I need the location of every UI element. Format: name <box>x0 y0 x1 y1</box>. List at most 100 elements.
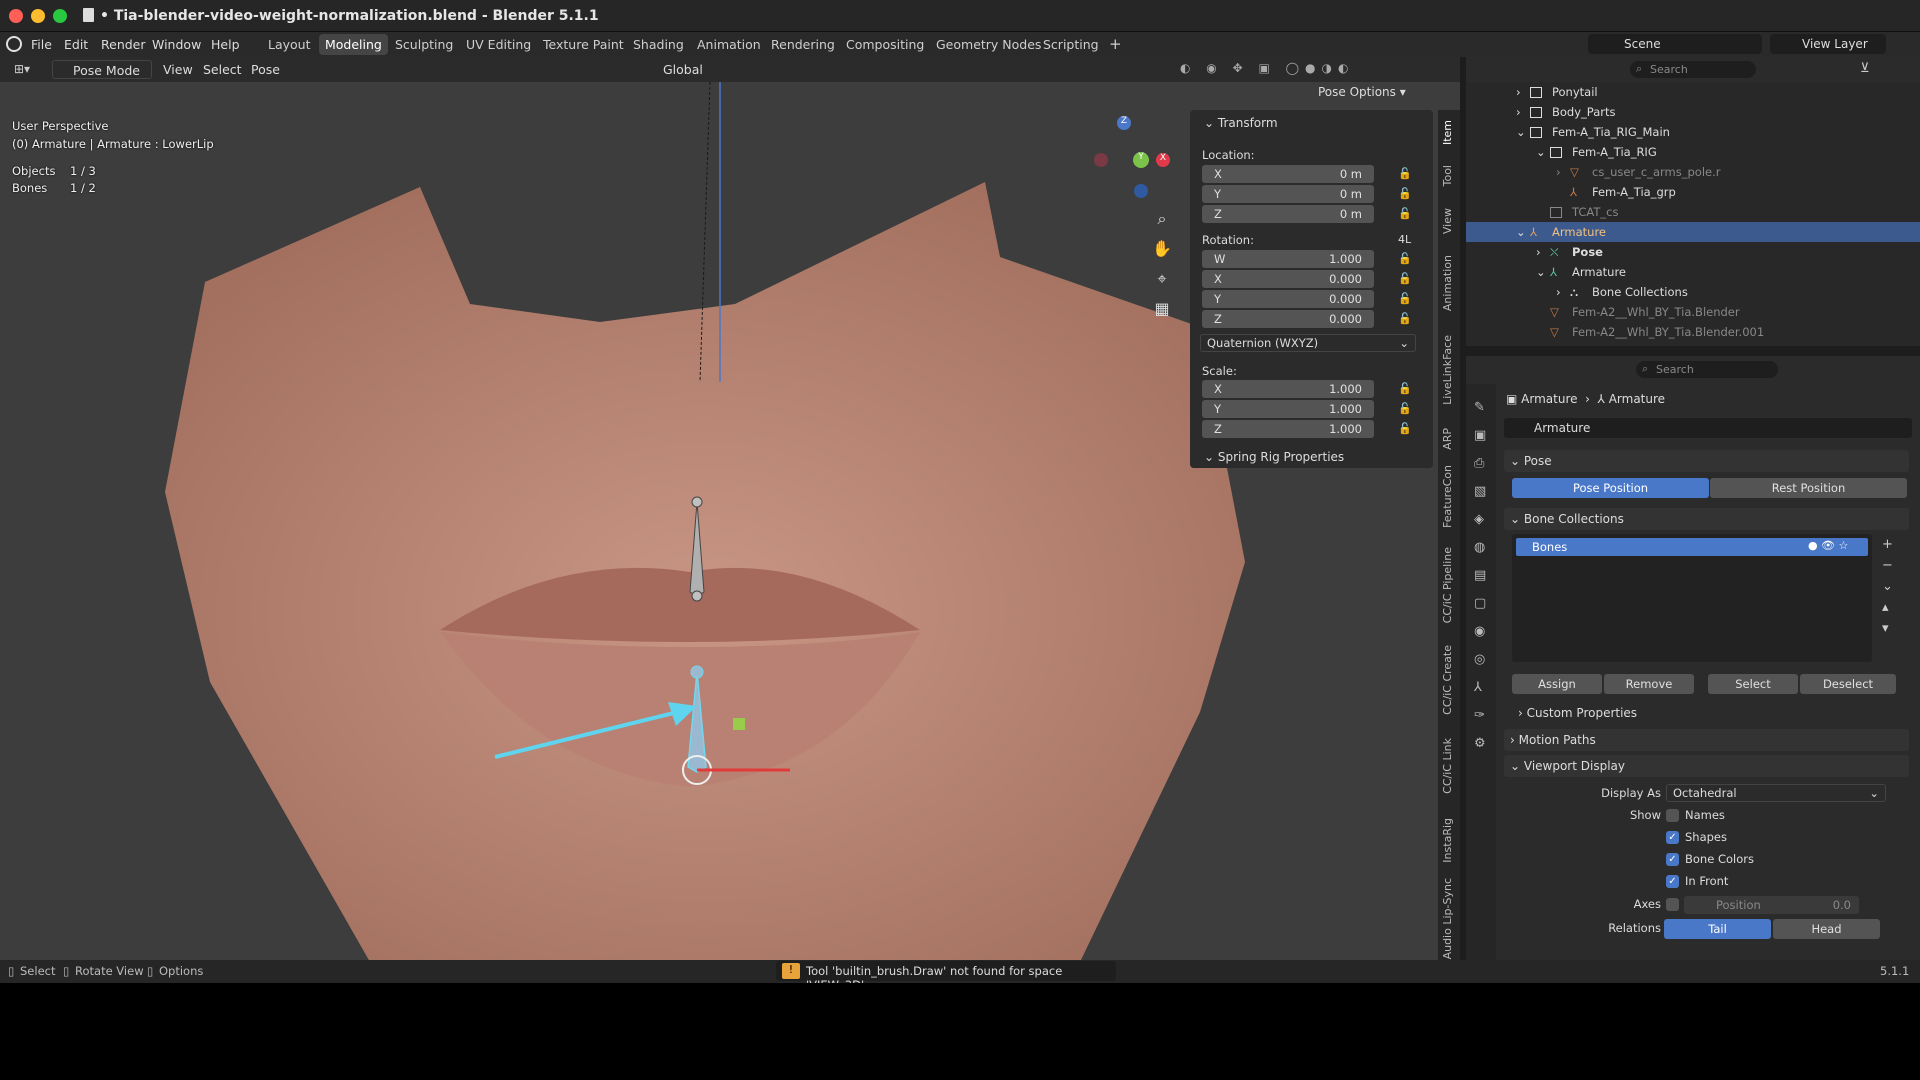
tab-animation[interactable]: Animation <box>691 34 767 55</box>
tab-audio-lip-sync[interactable]: Audio Lip-Sync <box>1441 878 1454 959</box>
bone-colors-checkbox[interactable]: ✓ <box>1666 853 1679 866</box>
menu-edit[interactable]: Edit <box>64 37 88 52</box>
viewport-menu-view[interactable]: View <box>163 62 193 77</box>
outliner-row[interactable]: › Ponytail <box>1466 82 1920 102</box>
outliner-row[interactable]: ⌄ Fem-A_Tia_RIG <box>1466 142 1920 162</box>
tab-modeling[interactable]: Modeling <box>319 34 388 55</box>
lock-icon[interactable]: 🔓 <box>1398 252 1412 266</box>
lock-icon[interactable]: 🔓 <box>1398 207 1412 221</box>
tab-geometry-nodes[interactable]: Geometry Nodes <box>930 34 1047 55</box>
camera-icon[interactable]: ⌖ <box>1148 265 1176 293</box>
editor-type-icon[interactable]: ⊞▾ <box>14 62 38 78</box>
rotation-w-field[interactable]: W 1.000 <box>1202 250 1374 268</box>
remove-button[interactable]: Remove <box>1604 674 1694 694</box>
tab-view[interactable]: View <box>1441 208 1454 234</box>
outliner-row[interactable]: ⌄ Fem-A_Tia_RIG_Main <box>1466 122 1920 142</box>
eye-icon[interactable]: ● 👁 ☆ <box>1808 539 1848 552</box>
filter-icon[interactable]: ⊻ <box>1860 61 1870 76</box>
pan-hand-icon[interactable]: ✋ <box>1148 235 1176 263</box>
outliner-row[interactable]: › Body_Parts <box>1466 102 1920 122</box>
tab-texture-paint[interactable]: Texture Paint <box>537 34 630 55</box>
bone-collections-panel-header[interactable]: ⌄ Bone Collections <box>1504 508 1909 530</box>
menu-file[interactable]: File <box>31 37 52 52</box>
viewport-shading-buttons[interactable]: ◐ ◉ ✥ ▣ ◯●◑◐ <box>1180 61 1440 78</box>
assign-button[interactable]: Assign <box>1512 674 1602 694</box>
tab-rendering[interactable]: Rendering <box>765 34 841 55</box>
scale-x-field[interactable]: X 1.000 <box>1202 380 1374 398</box>
rotation-x-field[interactable]: X 0.000 <box>1202 270 1374 288</box>
pose-options-dropdown[interactable]: Pose Options ▾ <box>1318 85 1416 105</box>
navigation-gizmo[interactable]: Z X Y <box>1084 116 1174 206</box>
rotation-z-field[interactable]: Z 0.000 <box>1202 310 1374 328</box>
deselect-button[interactable]: Deselect <box>1800 674 1896 694</box>
properties-tab-icons[interactable]: ✎ ▣ ⎙ ▧ ◈ ◍ ▤ ▢ ◉ ◎ ⅄ ✑ ⚙ <box>1474 394 1486 758</box>
tab-sculpting[interactable]: Sculpting <box>389 34 459 55</box>
gizmo-x-axis[interactable]: X <box>1156 153 1170 167</box>
axes-checkbox[interactable] <box>1666 898 1679 911</box>
rotation-mode-dropdown[interactable]: Quaternion (WXYZ) ⌄ <box>1200 334 1416 352</box>
shapes-checkbox[interactable]: ✓ <box>1666 831 1679 844</box>
zoom-icon[interactable]: ⌕ <box>1148 205 1176 233</box>
outliner-row[interactable]: ▽ Fem-A2__Whl_BY_Tia.Blender <box>1466 302 1920 322</box>
add-workspace-button[interactable]: + <box>1103 32 1128 56</box>
tab-item[interactable]: Item <box>1441 120 1454 145</box>
tab-shading[interactable]: Shading <box>627 34 690 55</box>
minimize-window-button[interactable] <box>31 9 45 23</box>
list-control-icons[interactable]: + − ⌄ ▴ ▾ <box>1882 534 1893 639</box>
transform-panel-header[interactable]: ⌄ Transform <box>1204 116 1278 130</box>
menu-render[interactable]: Render <box>101 37 146 52</box>
breadcrumb-object[interactable]: Armature <box>1521 392 1577 406</box>
lock-icon[interactable]: 🔓 <box>1398 382 1412 396</box>
list-item[interactable]: Bones ● 👁 ☆ <box>1516 538 1868 556</box>
lock-icon[interactable]: 🔓 <box>1398 312 1412 326</box>
gizmo-neg-x[interactable] <box>1094 153 1108 167</box>
tab-uv-editing[interactable]: UV Editing <box>460 34 537 55</box>
location-x-field[interactable]: X0 m <box>1202 165 1374 183</box>
lock-icon[interactable]: 🔓 <box>1398 402 1412 416</box>
lock-icon[interactable]: 🔓 <box>1398 422 1412 436</box>
tab-featurecon[interactable]: FeatureCon <box>1441 465 1454 528</box>
scale-z-field[interactable]: Z 1.000 <box>1202 420 1374 438</box>
close-window-button[interactable] <box>9 9 23 23</box>
tab-cc-pipeline[interactable]: CC/iC Pipeline <box>1441 547 1454 623</box>
outliner-row[interactable]: › ⛬ Bone Collections <box>1466 282 1920 302</box>
lock-icon[interactable]: 🔓 <box>1398 292 1412 306</box>
motion-paths-panel-header[interactable]: › Motion Paths <box>1504 729 1909 751</box>
viewport-menu-pose[interactable]: Pose <box>251 62 280 77</box>
ortho-grid-icon[interactable]: ▦ <box>1148 295 1176 323</box>
gizmo-z-axis[interactable]: Z <box>1117 116 1131 130</box>
rest-position-button[interactable]: Rest Position <box>1710 478 1907 498</box>
view-layer-selector[interactable]: View Layer <box>1770 34 1886 54</box>
rotation-lock-toggle[interactable]: 4L <box>1398 233 1411 246</box>
pose-position-button[interactable]: Pose Position <box>1512 478 1709 498</box>
lock-icon[interactable]: 🔓 <box>1398 167 1412 181</box>
tab-cc-link[interactable]: CC/iC Link <box>1441 738 1454 794</box>
tab-arp[interactable]: ARP <box>1441 428 1454 450</box>
menu-help[interactable]: Help <box>211 37 240 52</box>
rotation-y-field[interactable]: Y 0.000 <box>1202 290 1374 308</box>
tab-tool[interactable]: Tool <box>1441 165 1454 186</box>
outliner-search-input[interactable]: ⌕ Search <box>1630 61 1756 78</box>
properties-search-input[interactable]: ⌕ Search <box>1636 361 1778 378</box>
gizmo-y-axis[interactable]: Y <box>1133 152 1149 168</box>
blender-logo-icon[interactable] <box>6 36 22 52</box>
menu-window[interactable]: Window <box>152 37 201 52</box>
tab-animation[interactable]: Animation <box>1441 255 1454 311</box>
tab-layout[interactable]: Layout <box>262 34 317 55</box>
location-y-field[interactable]: Y0 m <box>1202 185 1374 203</box>
spring-rig-panel-header[interactable]: ⌄ Spring Rig Properties <box>1190 446 1433 468</box>
tab-compositing[interactable]: Compositing <box>840 34 930 55</box>
bone-collections-list[interactable]: Bones ● 👁 ☆ <box>1512 534 1872 662</box>
gizmo-neg-z[interactable] <box>1134 184 1148 198</box>
location-z-field[interactable]: Z0 m <box>1202 205 1374 223</box>
outliner-row[interactable]: › ▽ cs_user_c_arms_pole.r <box>1466 162 1920 182</box>
mode-dropdown[interactable]: Pose Mode <box>52 60 152 79</box>
lock-icon[interactable]: 🔓 <box>1398 187 1412 201</box>
viewport-menu-select[interactable]: Select <box>203 62 242 77</box>
scene-selector[interactable]: Scene <box>1588 34 1762 54</box>
maximize-window-button[interactable] <box>53 9 67 23</box>
outliner-row[interactable]: ⅄ Fem-A_Tia_grp <box>1466 182 1920 202</box>
axes-position-field[interactable]: Position 0.0 <box>1684 896 1859 914</box>
lock-icon[interactable]: 🔓 <box>1398 272 1412 286</box>
tab-cc-create[interactable]: CC/iC Create <box>1441 645 1454 715</box>
